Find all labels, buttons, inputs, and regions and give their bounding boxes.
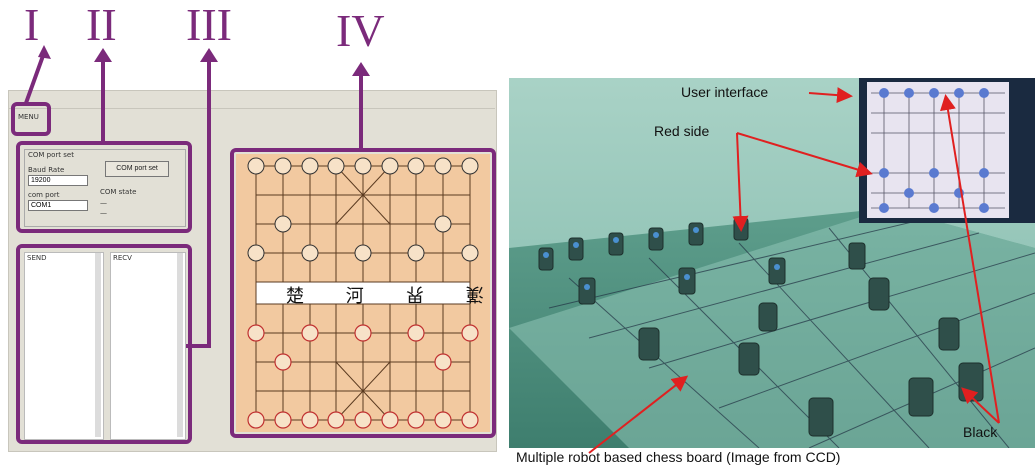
label-roman-ii: II xyxy=(86,0,117,50)
arrow-ii-head xyxy=(94,48,112,62)
recv-log-scrollbar[interactable] xyxy=(177,253,183,437)
arrow-ii-shaft xyxy=(101,58,105,144)
label-roman-iii: III xyxy=(186,0,232,50)
label-roman-i: I xyxy=(24,0,40,50)
arrow-iii-shaft xyxy=(207,58,211,348)
river-text-right: 漢 界 xyxy=(388,283,484,304)
label-red-side: Red side xyxy=(654,123,710,139)
arrow-i xyxy=(24,45,51,104)
state-label: COM state xyxy=(100,188,137,196)
label-roman-iv: IV xyxy=(336,5,385,56)
photo-caption: Multiple robot based chess board (Image … xyxy=(516,449,841,465)
arrow-iii-connector xyxy=(186,344,210,348)
state-line1: — xyxy=(100,199,107,207)
box-i xyxy=(11,102,51,136)
label-user-interface: User interface xyxy=(681,84,769,100)
arrow-iii-head xyxy=(200,48,218,62)
state-line2: — xyxy=(100,209,107,217)
send-log-scrollbar[interactable] xyxy=(95,253,101,437)
label-black: Black xyxy=(963,424,998,440)
river-text-left: 楚 河 xyxy=(286,286,382,307)
send-log-panel[interactable] xyxy=(24,252,104,440)
baud-label: Baud Rate xyxy=(28,166,65,174)
menu-divider xyxy=(8,108,495,109)
port-set-button[interactable]: COM port set xyxy=(105,161,169,177)
recv-log-panel[interactable] xyxy=(110,252,186,440)
annotation-arrows xyxy=(588,87,1000,454)
arrow-iv-head xyxy=(352,62,370,76)
send-log-title: SEND xyxy=(27,254,47,262)
com-select[interactable]: COM1 xyxy=(28,200,88,211)
baud-select[interactable]: 19200 xyxy=(28,175,88,186)
arrow-iv-shaft xyxy=(359,72,363,150)
recv-log-title: RECV xyxy=(113,254,132,262)
com-label: com port xyxy=(28,191,60,199)
com-group-title: COM port set xyxy=(28,151,74,159)
